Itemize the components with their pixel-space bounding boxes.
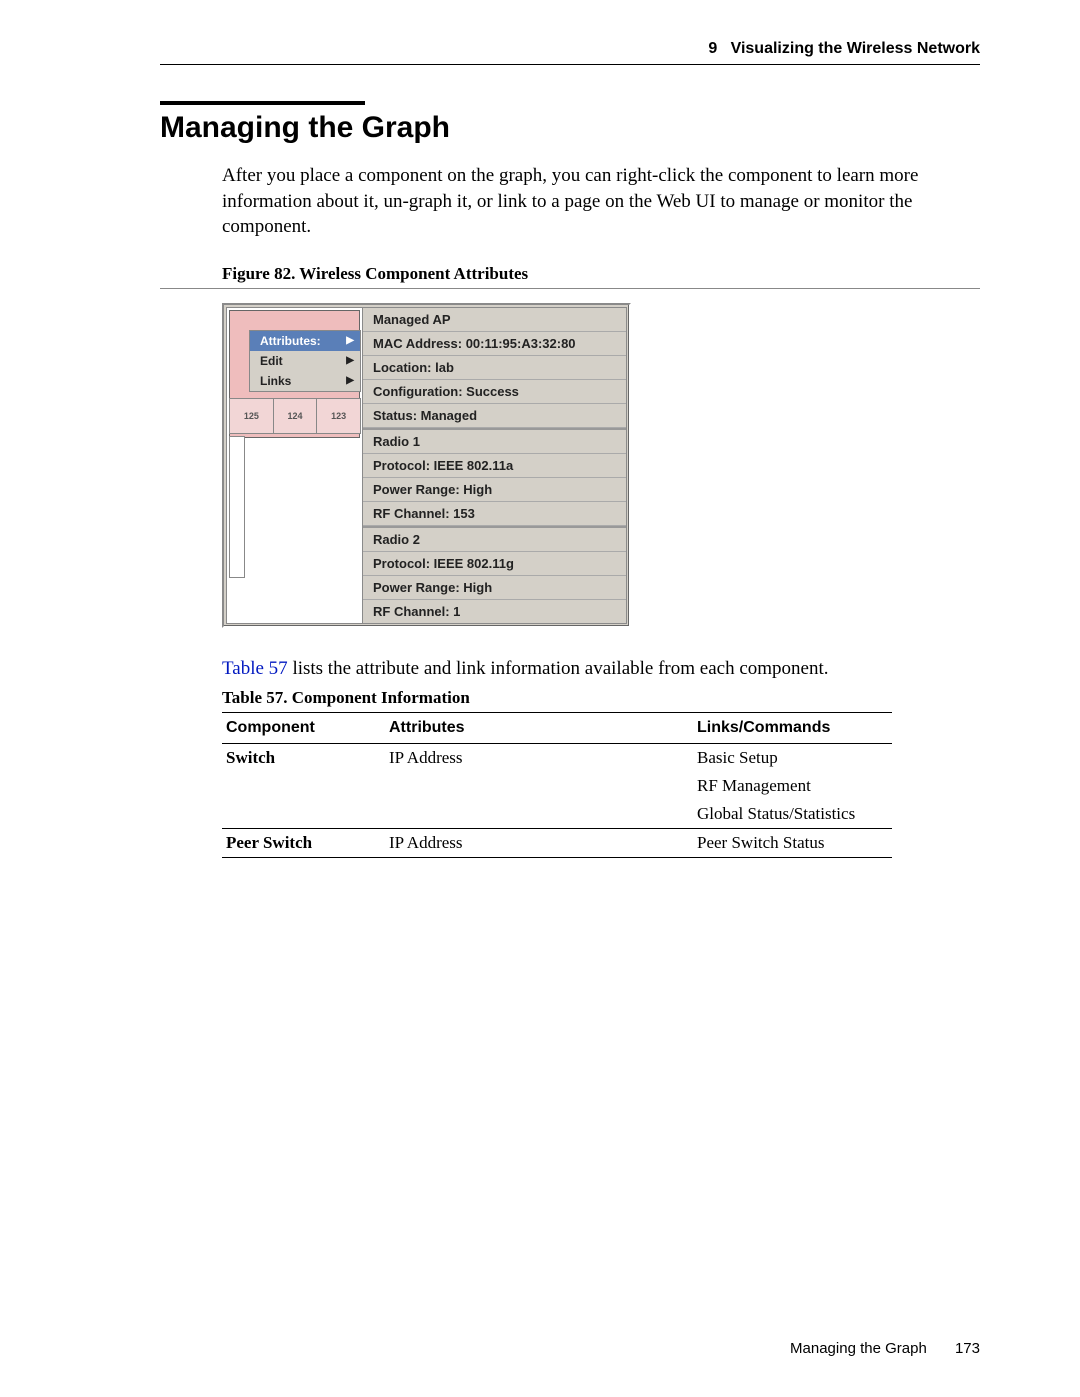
chapter-number: 9 bbox=[708, 40, 717, 57]
figure-caption-rule bbox=[160, 288, 980, 289]
attr-line: Power Range: High bbox=[363, 576, 626, 600]
attr-line: RF Channel: 153 bbox=[363, 502, 626, 526]
menu-item-links[interactable]: Links ▶ bbox=[250, 371, 360, 391]
attr-line: MAC Address: 00:11:95:A3:32:80 bbox=[363, 332, 626, 356]
footer-section: Managing the Graph bbox=[790, 1340, 927, 1357]
floorplan-rooms: 125 124 123 bbox=[229, 398, 360, 434]
figure-caption: Figure 82. Wireless Component Attributes bbox=[222, 264, 980, 284]
attr-line: Protocol: IEEE 802.11a bbox=[363, 454, 626, 478]
cell-component: Peer Switch bbox=[222, 828, 385, 857]
cell-link: Global Status/Statistics bbox=[693, 800, 892, 829]
menu-item-attributes[interactable]: Attributes: ▶ bbox=[250, 331, 360, 351]
document-page: 9 Visualizing the Wireless Network Manag… bbox=[0, 0, 1080, 1397]
attr-line: Managed AP bbox=[363, 308, 626, 332]
menu-item-edit[interactable]: Edit ▶ bbox=[250, 351, 360, 371]
attr-line: RF Channel: 1 bbox=[363, 600, 626, 623]
col-links: Links/Commands bbox=[693, 712, 892, 743]
submenu-arrow-icon: ▶ bbox=[346, 335, 354, 346]
figure-floorplan-area: 125 124 123 Attributes: ▶ Edit ▶ Links bbox=[227, 308, 362, 623]
section-intro: After you place a component on the graph… bbox=[222, 163, 980, 240]
menu-label: Links bbox=[260, 374, 291, 388]
table-ref-rest: lists the attribute and link information… bbox=[288, 658, 829, 679]
floorplan-corridor bbox=[229, 436, 245, 578]
table-row: Peer Switch IP Address Peer Switch Statu… bbox=[222, 828, 892, 857]
attr-line: Radio 2 bbox=[363, 526, 626, 552]
attributes-panel: Managed AP MAC Address: 00:11:95:A3:32:8… bbox=[362, 308, 626, 623]
room-cell: 123 bbox=[316, 398, 361, 434]
table-caption: Table 57. Component Information bbox=[222, 688, 980, 708]
figure-inner: 125 124 123 Attributes: ▶ Edit ▶ Links bbox=[226, 307, 627, 624]
attr-line: Radio 1 bbox=[363, 428, 626, 454]
attr-line: Power Range: High bbox=[363, 478, 626, 502]
submenu-arrow-icon: ▶ bbox=[346, 355, 354, 366]
footer-page-number: 173 bbox=[955, 1340, 980, 1357]
col-component: Component bbox=[222, 712, 385, 743]
submenu-arrow-icon: ▶ bbox=[346, 375, 354, 386]
cell-link: RF Management bbox=[693, 772, 892, 800]
chapter-rule bbox=[160, 64, 980, 65]
attr-line: Protocol: IEEE 802.11g bbox=[363, 552, 626, 576]
table-ref-link[interactable]: Table 57 bbox=[222, 658, 288, 679]
chapter-title: Visualizing the Wireless Network bbox=[731, 40, 980, 57]
table-header-row: Component Attributes Links/Commands bbox=[222, 712, 892, 743]
cell-component: Switch bbox=[222, 743, 385, 772]
cell-link: Peer Switch Status bbox=[693, 828, 892, 857]
cell-attributes: IP Address bbox=[385, 828, 693, 857]
figure-82: 125 124 123 Attributes: ▶ Edit ▶ Links bbox=[222, 303, 631, 628]
attr-line: Configuration: Success bbox=[363, 380, 626, 404]
table-row: Switch IP Address Basic Setup bbox=[222, 743, 892, 772]
section-title: Managing the Graph bbox=[160, 111, 980, 145]
page-footer: Managing the Graph 173 bbox=[790, 1340, 980, 1357]
component-info-table: Component Attributes Links/Commands Swit… bbox=[222, 712, 892, 858]
col-attributes: Attributes bbox=[385, 712, 693, 743]
room-cell: 124 bbox=[273, 398, 318, 434]
room-cell: 125 bbox=[229, 398, 274, 434]
attr-line: Status: Managed bbox=[363, 404, 626, 428]
section-rule bbox=[160, 101, 365, 105]
menu-label: Attributes: bbox=[260, 334, 321, 348]
table-row: RF Management bbox=[222, 772, 892, 800]
context-menu[interactable]: Attributes: ▶ Edit ▶ Links ▶ bbox=[249, 330, 361, 392]
cell-link: Basic Setup bbox=[693, 743, 892, 772]
chapter-header: 9 Visualizing the Wireless Network bbox=[160, 40, 980, 58]
attr-line: Location: lab bbox=[363, 356, 626, 380]
table-ref-sentence: Table 57 lists the attribute and link in… bbox=[222, 656, 980, 682]
table-row: Global Status/Statistics bbox=[222, 800, 892, 829]
cell-attributes: IP Address bbox=[385, 743, 693, 772]
menu-label: Edit bbox=[260, 354, 283, 368]
